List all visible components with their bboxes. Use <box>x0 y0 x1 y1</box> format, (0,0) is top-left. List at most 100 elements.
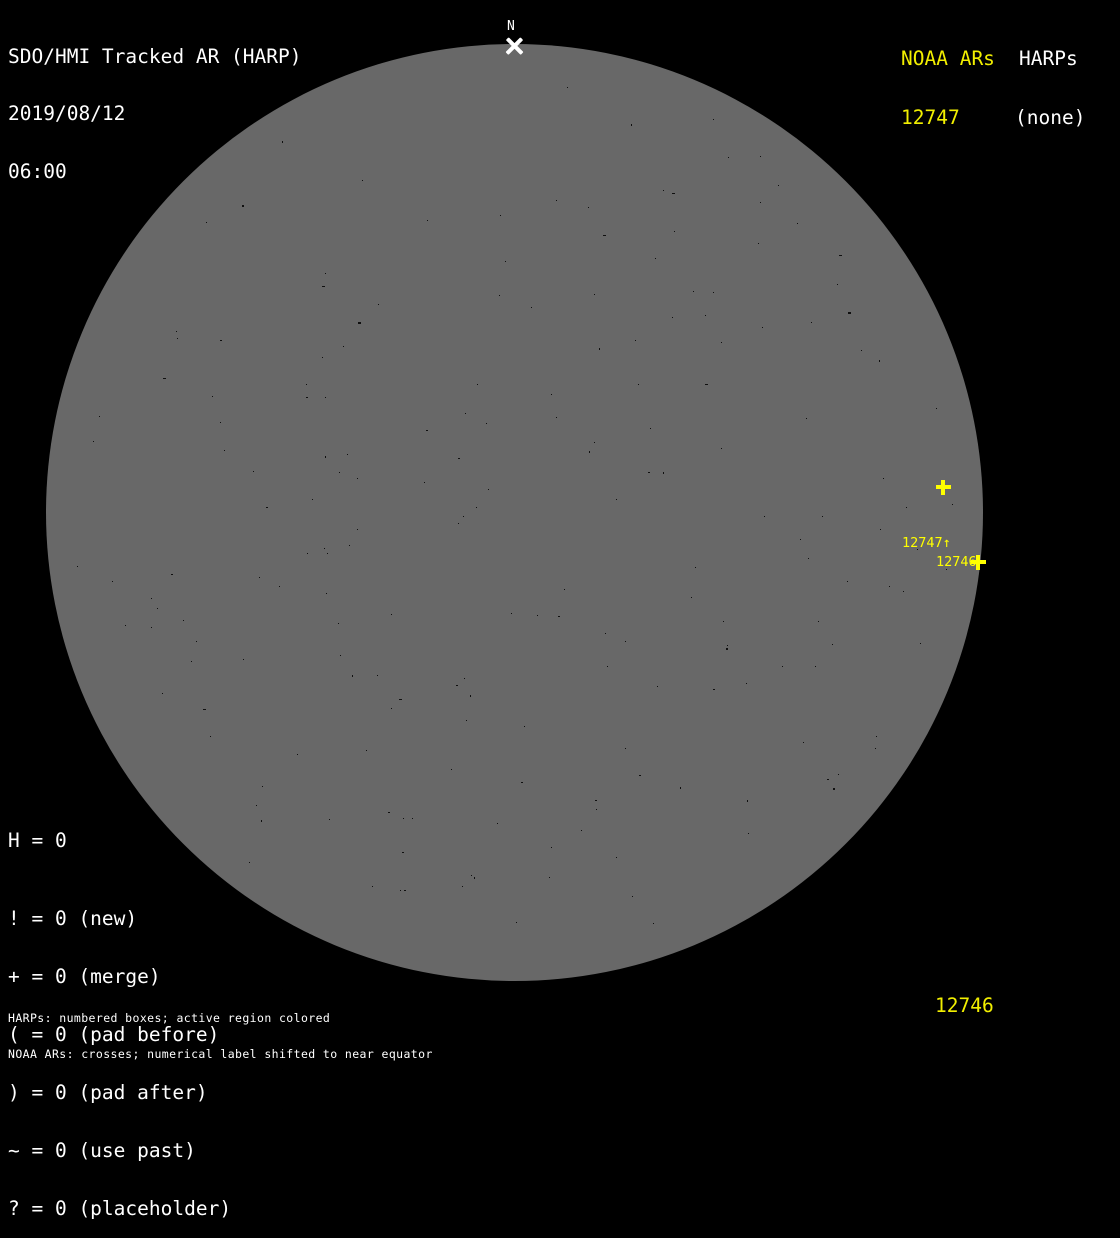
magnetogram-speckle <box>588 207 589 208</box>
magnetogram-speckle <box>402 852 404 853</box>
harp-tracker-screen: { "header": { "title": "SDO/HMI Tracked … <box>0 0 1120 1024</box>
magnetogram-speckle <box>551 394 552 395</box>
magnetogram-speckle <box>549 877 550 878</box>
magnetogram-speckle <box>451 769 452 770</box>
magnetogram-speckle <box>599 348 600 350</box>
magnetogram-speckle <box>632 896 633 897</box>
magnetogram-speckle <box>424 482 425 483</box>
magnetogram-speckle <box>746 683 747 684</box>
magnetogram-speckle <box>456 685 458 686</box>
magnetogram-speckle <box>713 119 714 120</box>
magnetogram-speckle <box>297 754 298 755</box>
magnetogram-speckle <box>312 499 313 500</box>
magnetogram-speckle <box>112 581 113 582</box>
magnetogram-speckle <box>220 422 221 423</box>
magnetogram-speckle <box>727 645 728 646</box>
magnetogram-speckle <box>936 408 937 409</box>
magnetogram-speckle <box>713 689 715 690</box>
magnetogram-speckle <box>196 641 197 642</box>
magnetogram-speckle <box>259 577 260 578</box>
magnetogram-speckle <box>778 185 779 186</box>
cross-bar <box>941 480 946 495</box>
magnetogram-speckle <box>349 545 350 546</box>
magnetogram-speckle <box>466 720 467 721</box>
magnetogram-speckle <box>721 342 722 343</box>
magnetogram-speckle <box>861 350 862 351</box>
magnetogram-speckle <box>625 748 626 749</box>
magnetogram-speckle <box>462 886 463 887</box>
magnetogram-speckle <box>723 621 724 622</box>
magnetogram-speckle <box>827 779 829 780</box>
magnetogram-speckle <box>838 774 839 775</box>
magnetogram-speckle <box>596 809 597 810</box>
magnetogram-speckle <box>837 284 838 285</box>
magnetogram-speckle <box>191 661 192 662</box>
footer-notes: HARPs: numbered boxes; active region col… <box>8 989 433 1072</box>
magnetogram-speckle <box>822 516 823 517</box>
magnetogram-speckle <box>875 748 876 749</box>
magnetogram-speckle <box>471 875 472 876</box>
magnetogram-speckle <box>426 430 428 431</box>
magnetogram-speckle <box>357 529 358 530</box>
magnetogram-speckle <box>880 529 881 530</box>
magnetogram-speckle <box>876 736 877 737</box>
magnetogram-speckle <box>212 396 213 397</box>
magnetogram-speckle <box>567 87 568 88</box>
magnetogram-speckle <box>500 215 501 216</box>
magnetogram-speckle <box>758 243 759 244</box>
magnetogram-speckle <box>589 451 590 453</box>
magnetogram-speckle <box>358 322 361 324</box>
magnetogram-speckle <box>650 428 651 429</box>
magnetogram-speckle <box>210 736 211 737</box>
magnetogram-speckle <box>99 416 100 417</box>
magnetogram-speckle <box>372 886 373 887</box>
magnetogram-speckle <box>635 340 636 341</box>
harps-value: (none) <box>1015 108 1085 128</box>
magnetogram-speckle <box>691 597 692 598</box>
magnetogram-speckle <box>760 156 761 157</box>
magnetogram-speckle <box>224 450 225 451</box>
magnetogram-speckle <box>93 441 94 442</box>
magnetogram-speckle <box>465 413 466 414</box>
harps-label: HARPs <box>1015 49 1085 69</box>
magnetogram-speckle <box>663 472 664 474</box>
magnetogram-speckle <box>499 295 500 296</box>
magnetogram-speckle <box>325 397 326 398</box>
noaa-ars-value: 12747 <box>901 108 995 128</box>
magnetogram-speckle <box>163 378 166 379</box>
magnetogram-speckle <box>721 448 722 449</box>
magnetogram-speckle <box>889 586 890 587</box>
magnetogram-speckle <box>183 620 184 621</box>
magnetogram-speckle <box>815 666 816 667</box>
plot-title: SDO/HMI Tracked AR (HARP) <box>8 47 302 66</box>
magnetogram-speckle <box>157 608 158 609</box>
magnetogram-speckle <box>848 312 851 314</box>
noaa-ars-label: NOAA ARs <box>901 49 995 69</box>
magnetogram-speckle <box>77 566 78 567</box>
magnetogram-speckle <box>674 231 675 232</box>
magnetogram-speckle <box>818 621 819 622</box>
magnetogram-speckle <box>404 890 406 891</box>
magnetogram-speckle <box>657 686 658 687</box>
footer-note-noaa: NOAA ARs: crosses; numerical label shift… <box>8 1049 433 1061</box>
magnetogram-speckle <box>399 699 402 700</box>
magnetogram-speckle <box>594 442 595 443</box>
magnetogram-speckle <box>486 423 487 424</box>
legend-item-use-past: ~ = 0 (use past) <box>8 1141 231 1160</box>
magnetogram-speckle <box>324 548 325 549</box>
magnetogram-speckle <box>748 833 749 834</box>
magnetogram-speckle <box>477 384 478 385</box>
plot-time: 06:00 <box>8 162 302 181</box>
magnetogram-speckle <box>347 454 348 455</box>
magnetogram-speckle <box>648 472 650 473</box>
magnetogram-speckle <box>203 709 206 710</box>
magnetogram-speckle <box>524 726 525 727</box>
magnetogram-speckle <box>339 472 340 473</box>
title-block: SDO/HMI Tracked AR (HARP) 2019/08/12 06:… <box>8 8 302 201</box>
magnetogram-speckle <box>279 586 280 587</box>
magnetogram-speckle <box>680 787 681 789</box>
magnetogram-speckle <box>357 478 358 479</box>
magnetogram-speckle <box>879 360 880 362</box>
magnetogram-speckle <box>505 261 506 262</box>
magnetogram-speckle <box>952 504 953 505</box>
